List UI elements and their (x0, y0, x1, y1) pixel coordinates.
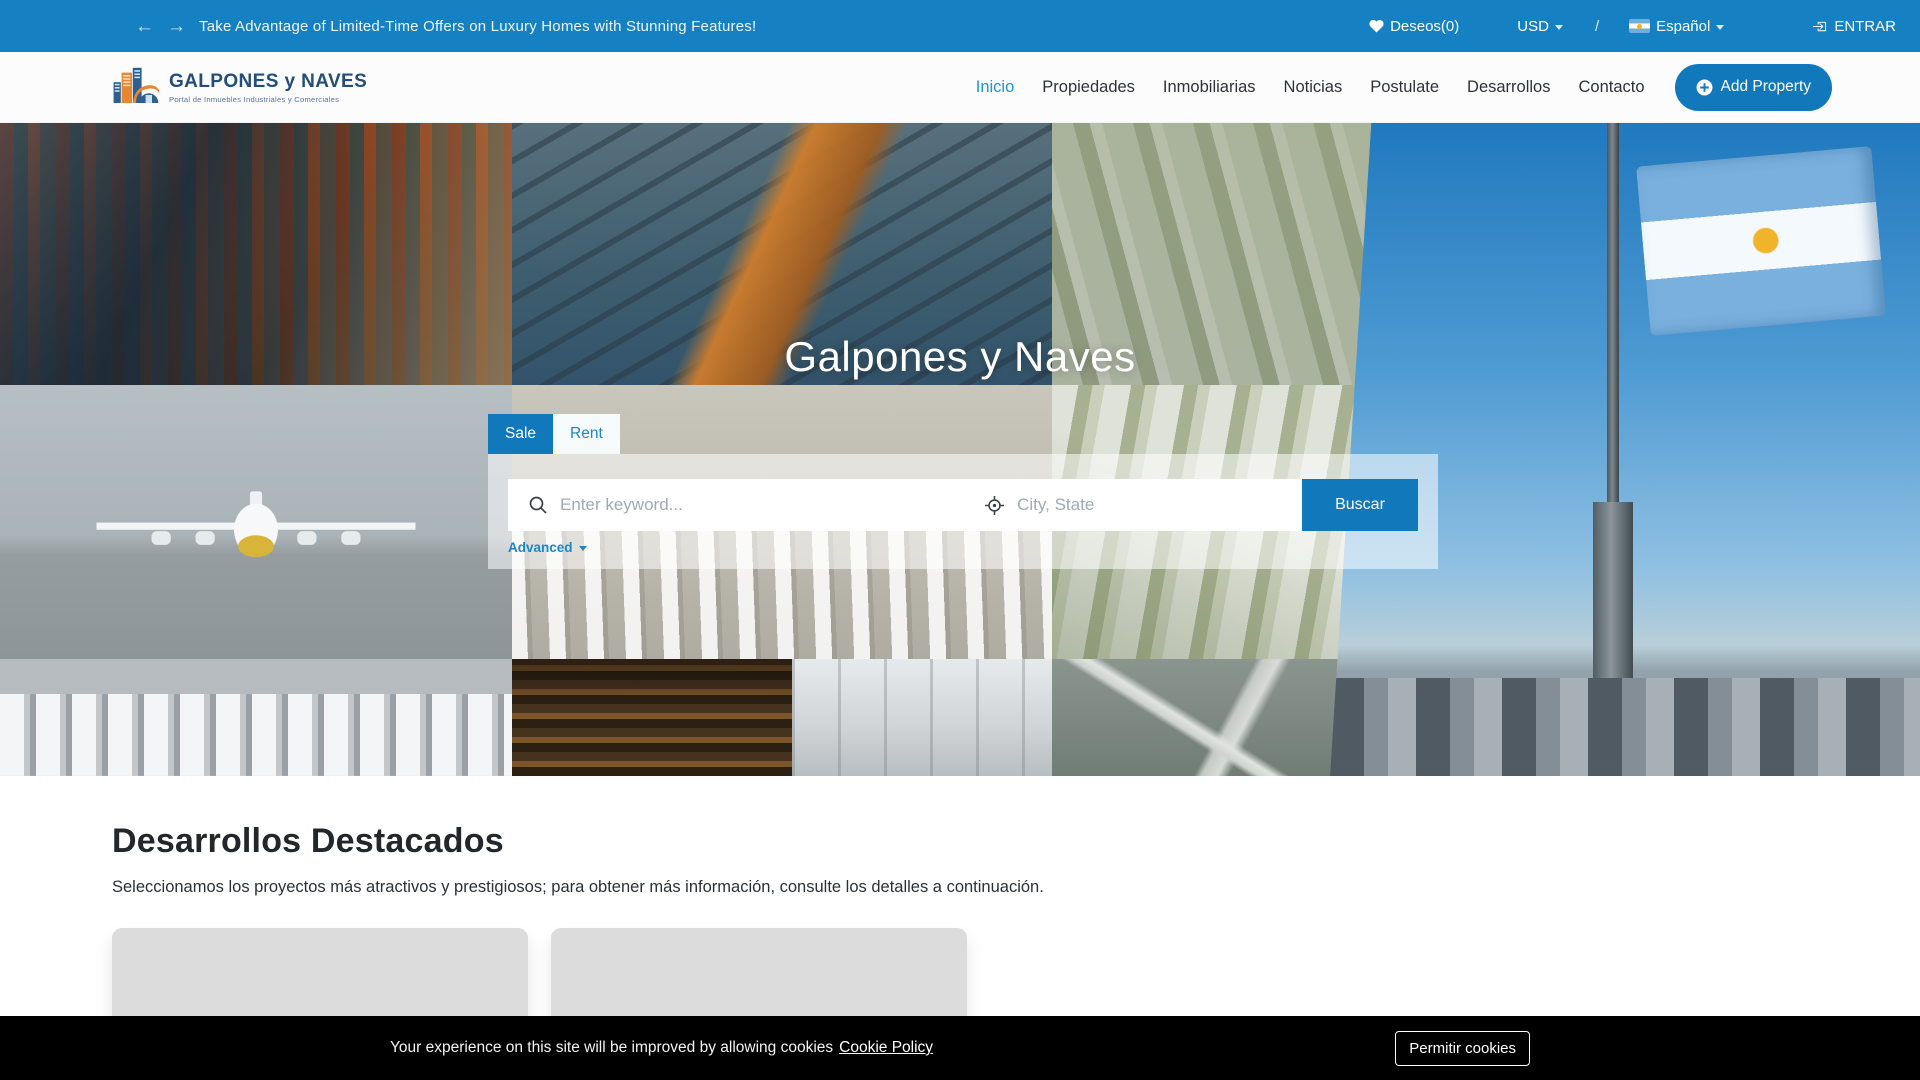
chevron-down-icon (1554, 24, 1563, 30)
topbar-divider: / (1594, 17, 1600, 35)
section-heading: Desarrollos Destacados (112, 822, 504, 860)
search-panel: Buscar Advanced (488, 454, 1438, 569)
hero-photo-cargo-plane (0, 385, 512, 659)
brand-logo[interactable]: GALPONES y NAVES Portal de Inmuebles Ind… (112, 66, 367, 108)
announcement-next-icon[interactable]: → (167, 17, 186, 36)
location-segment (964, 479, 1302, 531)
currency-dropdown[interactable]: USD (1517, 18, 1563, 35)
hero-photo-warehouse-racks (512, 659, 792, 776)
add-property-button[interactable]: Add Property (1674, 63, 1832, 111)
location-input[interactable] (1017, 495, 1302, 515)
nav-item-desarrollos[interactable]: Desarrollos (1467, 78, 1550, 97)
argentina-flag-graphic (1635, 145, 1886, 336)
chevron-down-icon (1716, 24, 1725, 30)
tab-rent[interactable]: Rent (553, 414, 620, 454)
main-nav: Inicio Propiedades Inmobiliarias Noticia… (976, 78, 1645, 97)
main-header: GALPONES y NAVES Portal de Inmuebles Ind… (0, 52, 1920, 123)
argentina-flag-icon (1629, 19, 1651, 33)
topbar-actions: Deseos(0) USD / Español ENTRAR (1369, 18, 1896, 35)
heart-icon (1369, 20, 1384, 33)
cookie-message: Your experience on this site will be imp… (390, 1039, 834, 1056)
login-icon (1813, 21, 1827, 31)
flag-pole-base-graphic (1593, 501, 1634, 685)
search-bar: Buscar (508, 479, 1418, 531)
cookie-policy-link[interactable]: Cookie Policy (839, 1039, 933, 1057)
announcement-carousel: ← → Take Advantage of Limited-Time Offer… (135, 17, 756, 36)
brand-name: GALPONES y NAVES (169, 70, 368, 92)
cookie-consent-content: Your experience on this site will be imp… (390, 1016, 1530, 1080)
nav-item-inicio[interactable]: Inicio (976, 78, 1015, 97)
hero-title: Galpones y Naves (784, 333, 1136, 380)
hero-photo-truck-fleet (0, 659, 512, 776)
keyword-segment (508, 479, 965, 531)
search-submit-button[interactable]: Buscar (1302, 479, 1418, 531)
advanced-label: Advanced (508, 540, 573, 555)
plus-circle-icon (1696, 79, 1712, 95)
allow-cookies-button[interactable]: Permitir cookies (1395, 1030, 1530, 1066)
hero-photo-warehouse-interior (792, 659, 1052, 776)
add-property-label: Add Property (1720, 78, 1811, 95)
hero-section: Galpones y Naves Sale Rent Enter keyword… (0, 123, 1920, 776)
announcement-text: Take Advantage of Limited-Time Offers on… (199, 17, 757, 35)
brand-text: GALPONES y NAVES Portal de Inmuebles Ind… (169, 71, 367, 104)
nav-item-postulate[interactable]: Postulate (1370, 78, 1439, 97)
chevron-down-icon (578, 546, 587, 551)
brand-logo-icon (113, 67, 160, 103)
advanced-search-toggle[interactable]: Advanced (508, 540, 587, 555)
login-link[interactable]: ENTRAR (1812, 18, 1896, 35)
cargo-plane-graphic (96, 491, 416, 558)
nav-item-contacto[interactable]: Contacto (1578, 78, 1644, 97)
wishlist-label: Deseos(0) (1390, 17, 1460, 35)
nav-item-inmobiliarias[interactable]: Inmobiliarias (1163, 78, 1256, 97)
nav-item-propiedades[interactable]: Propiedades (1042, 78, 1135, 97)
top-announcement-bar: ← → Take Advantage of Limited-Time Offer… (0, 0, 1920, 52)
search-tabs: Sale Rent (488, 414, 1438, 454)
language-label: Español (1656, 17, 1711, 35)
industrial-skyline-graphic (1330, 678, 1920, 776)
currency-label: USD (1517, 17, 1549, 35)
login-label: ENTRAR (1834, 17, 1896, 35)
cookie-consent-bar: Your experience on this site will be imp… (0, 1016, 1920, 1080)
search-icon (528, 495, 548, 515)
keyword-input[interactable] (560, 495, 965, 515)
tab-sale[interactable]: Sale (488, 414, 554, 454)
section-subheading: Seleccionamos los proyectos más atractiv… (112, 878, 1044, 896)
brand-tagline: Portal de Inmuebles Industriales y Comer… (169, 94, 340, 104)
wishlist-link[interactable]: Deseos(0) (1369, 18, 1459, 35)
language-dropdown[interactable]: Español (1629, 17, 1725, 35)
page: ← → Take Advantage of Limited-Time Offer… (0, 0, 1920, 1080)
property-search-widget: Sale Rent Enter keyword... City, State B… (488, 414, 1438, 569)
crosshair-location-icon[interactable] (984, 495, 1005, 516)
announcement-prev-icon[interactable]: ← (135, 17, 154, 36)
nav-item-noticias[interactable]: Noticias (1284, 78, 1343, 97)
